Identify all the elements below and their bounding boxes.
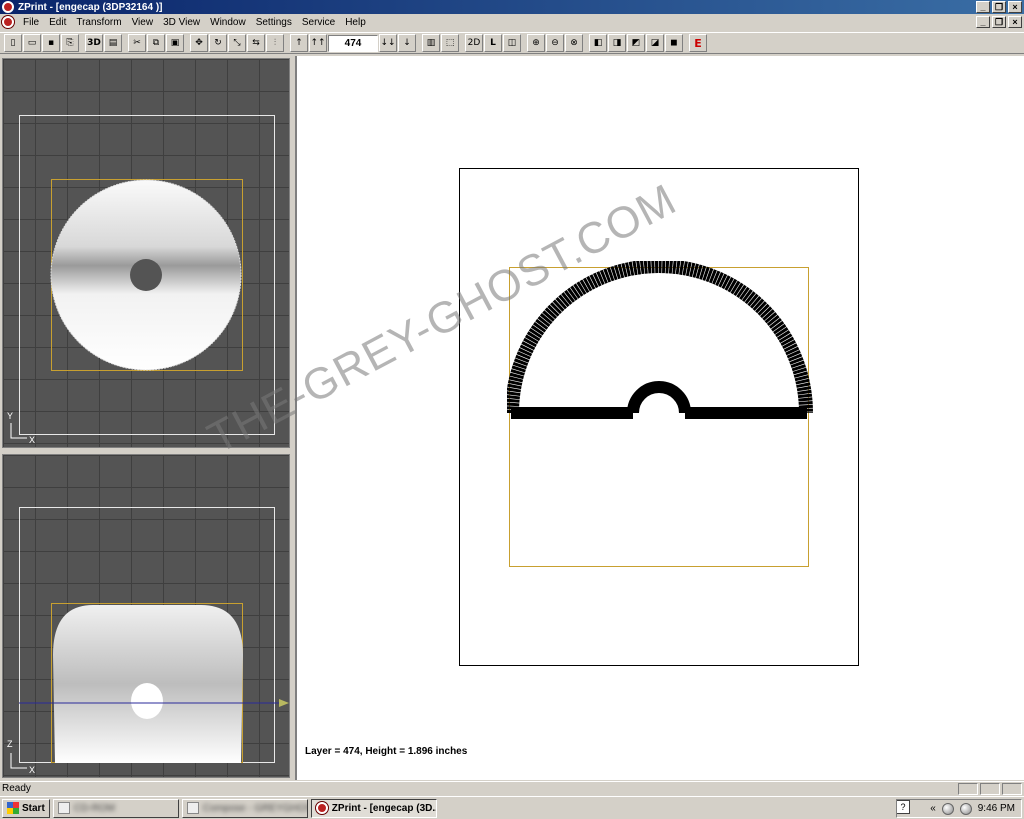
menu-bar: File Edit Transform View 3D View Window … [0, 14, 1024, 30]
view-iso-button[interactable]: ◪ [646, 34, 664, 52]
taskbar-item-zprint[interactable]: ZPrint - [engecap (3D... [310, 798, 437, 818]
menu-view[interactable]: View [127, 17, 159, 28]
tray-expand-icon[interactable]: « [930, 803, 936, 814]
volume-icon[interactable] [959, 802, 972, 815]
axis-y-label: Y [7, 411, 14, 421]
mail-icon [186, 802, 199, 814]
3d-view-button[interactable]: 3D [85, 34, 103, 52]
layer-view-button[interactable]: L [484, 34, 502, 52]
axis-gizmo-icon [10, 423, 27, 439]
menu-file[interactable]: File [18, 17, 44, 28]
menu-service[interactable]: Service [297, 17, 340, 28]
windows-logo-icon [7, 802, 19, 814]
start-button[interactable]: Start [2, 798, 50, 818]
doc-minimize-button[interactable]: _ [976, 16, 990, 28]
cut-button[interactable]: ✂ [128, 34, 146, 52]
layer-up-button[interactable]: ↑ [290, 34, 308, 52]
axis-x-label: X [29, 435, 36, 445]
toolbar: ▯ ▭ ▪ ⎘ 3D ▤ ✂ ⧉ ▣ ✥ ↻ ⤡ ⇆ ⫶ ↑ ↑↑ 474 ↓↓… [0, 32, 1024, 54]
layer-view-canvas[interactable]: Layer = 474, Height = 1.896 inches [295, 56, 1024, 780]
box-view-button[interactable]: ⬚ [441, 34, 459, 52]
align-button[interactable]: ⫶ [266, 34, 284, 52]
status-cell [980, 783, 1000, 795]
taskbar-item-mail[interactable]: Compose - GREYGHOST [181, 798, 308, 818]
zoom-in-icon[interactable]: ⊕ [527, 34, 545, 52]
network-icon[interactable] [941, 802, 954, 815]
translate-button[interactable]: ✥ [190, 34, 208, 52]
zprint-app-icon[interactable] [2, 1, 14, 13]
open-file-button[interactable]: ▭ [23, 34, 41, 52]
menu-3d-view[interactable]: 3D View [158, 17, 205, 28]
axis-x-label: X [29, 765, 36, 775]
e-button[interactable]: E [689, 34, 707, 52]
layer-down-fast-button[interactable]: ↓↓ [379, 34, 397, 52]
copy-button[interactable]: ⧉ [147, 34, 165, 52]
print-setup-button[interactable]: ▤ [104, 34, 122, 52]
top-view-part[interactable] [3, 59, 290, 448]
menu-transform[interactable]: Transform [71, 17, 126, 28]
view-front-button[interactable]: ◧ [589, 34, 607, 52]
doc-close-button[interactable]: × [1008, 16, 1022, 28]
axis-z-label: Z [7, 739, 13, 749]
front-view-part[interactable] [3, 455, 290, 778]
status-cell [958, 783, 978, 795]
layer-height-readout: Layer = 474, Height = 1.896 inches [305, 746, 468, 757]
status-text: Ready [2, 783, 31, 794]
import-button[interactable]: ⎘ [61, 34, 79, 52]
start-label: Start [22, 802, 45, 814]
layer-down-button[interactable]: ↓ [398, 34, 416, 52]
system-tray: « 9:46 PM [896, 799, 1022, 818]
save-button[interactable]: ▪ [42, 34, 60, 52]
doc-restore-button[interactable]: ❐ [992, 16, 1006, 28]
view-back-button[interactable]: ◨ [608, 34, 626, 52]
folder-icon [57, 802, 70, 814]
title-bar: ZPrint - [engecap (3DP32164 )] _ ❐ × [0, 0, 1024, 14]
axis-gizmo-icon [10, 753, 27, 769]
layer-number-input[interactable]: 474 [328, 34, 378, 52]
restore-button[interactable]: ❐ [992, 1, 1006, 13]
close-button[interactable]: × [1008, 1, 1022, 13]
top-viewport[interactable]: Y X [2, 58, 290, 448]
document-icon[interactable] [2, 16, 14, 28]
2d-view-button[interactable]: 2D [465, 34, 483, 52]
menu-window[interactable]: Window [205, 17, 251, 28]
shaded-view-button[interactable]: ◫ [503, 34, 521, 52]
window-title: ZPrint - [engecap (3DP32164 )] [18, 1, 163, 13]
status-bar: Ready [0, 781, 1024, 795]
status-cell [1002, 783, 1022, 795]
taskbar: Start CD-ROM Compose - GREYGHOST ZPrint … [0, 796, 1024, 819]
front-viewport[interactable]: Z X [2, 454, 290, 778]
view-side-button[interactable]: ◩ [627, 34, 645, 52]
rotate-button[interactable]: ↻ [209, 34, 227, 52]
menu-settings[interactable]: Settings [251, 17, 297, 28]
menu-edit[interactable]: Edit [44, 17, 71, 28]
zoom-fit-icon[interactable]: ⊗ [565, 34, 583, 52]
minimize-button[interactable]: _ [976, 1, 990, 13]
taskbar-item-folder[interactable]: CD-ROM [52, 798, 179, 818]
new-file-button[interactable]: ▯ [4, 34, 22, 52]
zoom-out-icon[interactable]: ⊖ [546, 34, 564, 52]
menu-help[interactable]: Help [340, 17, 371, 28]
mirror-button[interactable]: ⇆ [247, 34, 265, 52]
layer-up-fast-button[interactable]: ↑↑ [309, 34, 327, 52]
clock: 9:46 PM [977, 803, 1015, 814]
zprint-app-icon [315, 802, 328, 814]
slice-view-button[interactable]: ▥ [422, 34, 440, 52]
scale-button[interactable]: ⤡ [228, 34, 246, 52]
paste-button[interactable]: ▣ [166, 34, 184, 52]
view-solid-button[interactable]: ◼ [665, 34, 683, 52]
